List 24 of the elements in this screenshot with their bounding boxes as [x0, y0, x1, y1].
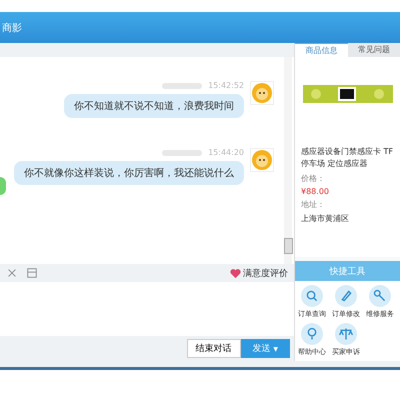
scrollbar[interactable]: [284, 57, 292, 264]
end-chat-button[interactable]: 结束对话: [186, 339, 240, 358]
heart-icon[interactable]: [230, 268, 241, 278]
message-time: 15:42:52: [208, 81, 244, 90]
rating-link[interactable]: 满意度评价: [243, 266, 288, 280]
message-bubble: 你不知道就不说不知道，浪费我时间: [64, 94, 244, 118]
product-address: 上海市黄浦区: [301, 213, 350, 224]
save-icon[interactable]: [26, 267, 38, 279]
avatar-icon: [0, 177, 6, 195]
pencil-icon: [335, 285, 357, 307]
message-time: 15:44:20: [208, 148, 244, 157]
lion-avatar-icon: [250, 148, 274, 172]
tools-title: 快捷工具: [330, 266, 366, 278]
lion-avatar-icon: [250, 81, 274, 105]
product-description: 感应器设备门禁感应卡 TF 停车场 定位感应器: [301, 146, 394, 170]
search-icon: [301, 285, 323, 307]
message-bubble: 你不就像你这样装说，你厉害啊，我还能说什么: [14, 161, 244, 185]
side-tab[interactable]: 常见问题: [348, 43, 400, 57]
price-label: 价格：: [301, 173, 326, 184]
window-title: 商影: [2, 22, 22, 34]
product-price: ¥88.00: [301, 187, 330, 196]
scale-icon: [335, 323, 357, 345]
address-label: 地址：: [301, 199, 326, 210]
side-tab[interactable]: 商品信息: [295, 43, 348, 57]
